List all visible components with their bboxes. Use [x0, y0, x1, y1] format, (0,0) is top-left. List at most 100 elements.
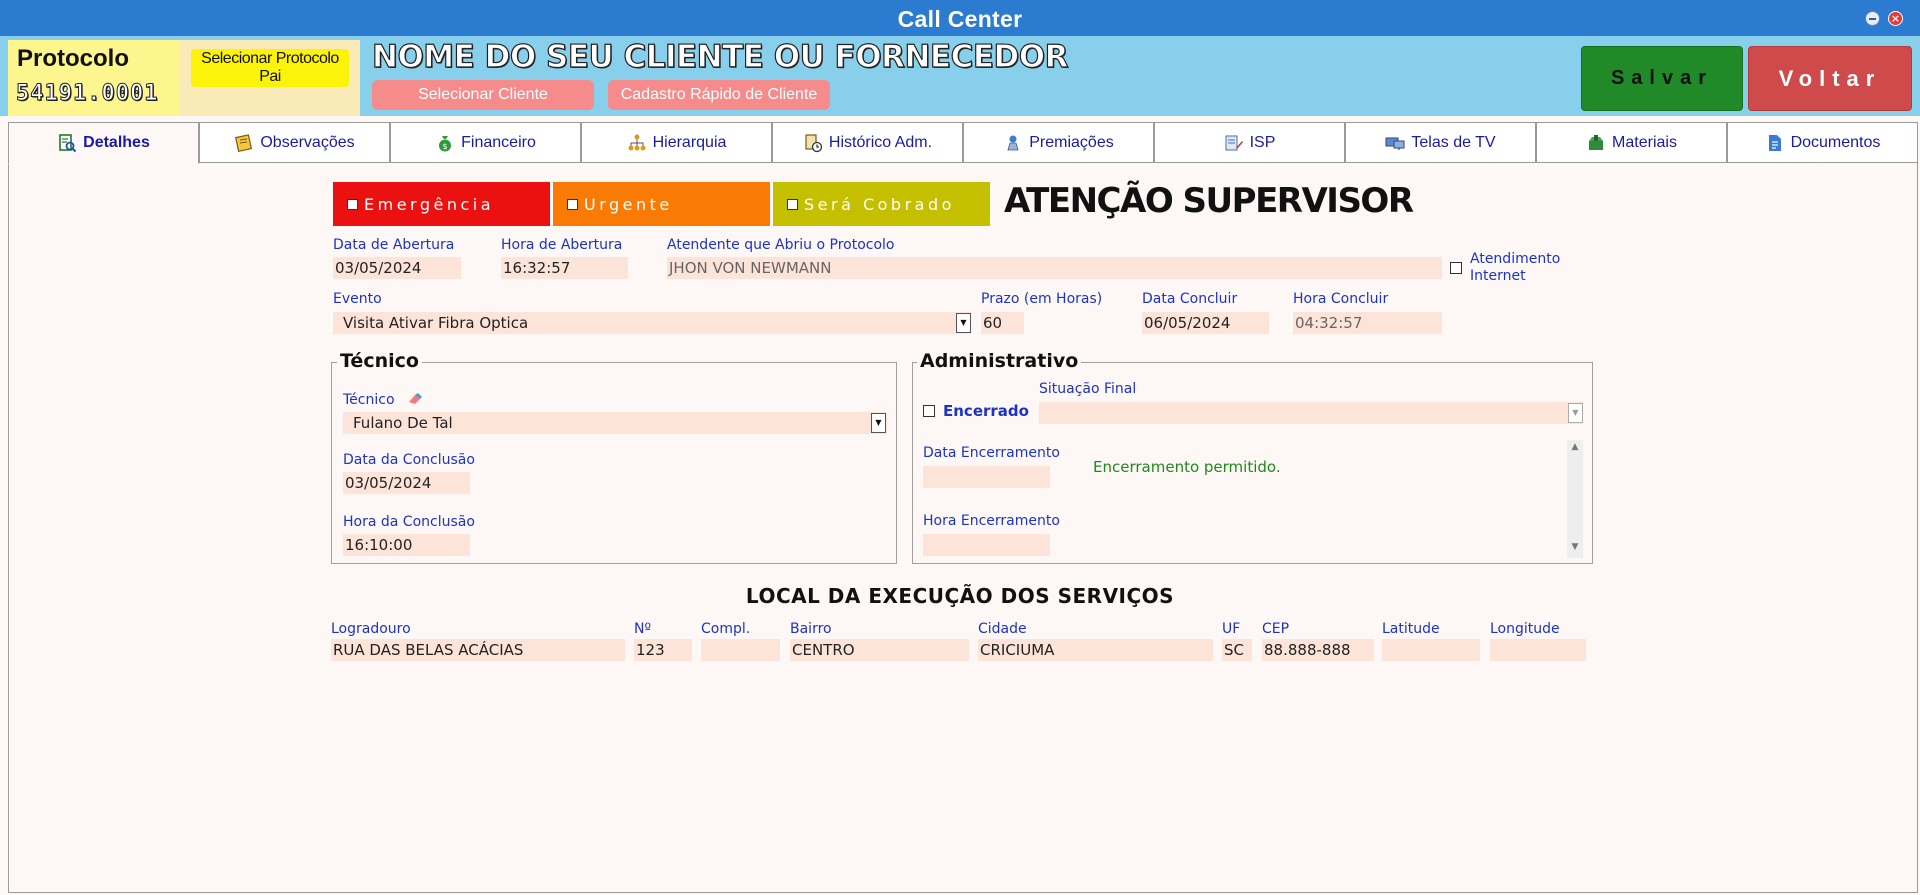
data-abertura-label: Data de Abertura [333, 237, 455, 253]
hora-encerramento-label: Hora Encerramento [923, 513, 1060, 529]
header-band: Protocolo 54191.0001 Selecionar Protocol… [0, 36, 1920, 116]
evento-label: Evento [333, 291, 382, 307]
tab-detalhes[interactable]: Detalhes [8, 122, 199, 164]
selecionar-protocolo-pai-button[interactable]: Selecionar Protocolo Pai [191, 49, 349, 87]
urgente-checkbox[interactable] [567, 198, 578, 210]
money-bag-icon: $ [439, 135, 452, 151]
data-concluir-field[interactable]: 06/05/2024 [1142, 312, 1269, 334]
tab-historico-adm[interactable]: Histórico Adm. [772, 122, 963, 163]
logradouro-field[interactable]: RUA DAS BELAS ACÁCIAS [331, 639, 625, 661]
emergencia-flag[interactable]: Emergência [333, 182, 550, 226]
emergencia-label: Emergência [364, 194, 495, 214]
protocolo-label: Protocolo [17, 45, 129, 72]
salvar-button[interactable]: Salvar [1581, 46, 1743, 111]
hora-abertura-label: Hora de Abertura [501, 237, 623, 253]
sera-cobrado-label: Será Cobrado [804, 194, 955, 214]
tab-bar: Detalhes Observações $ Financeiro Hierar… [8, 122, 1918, 164]
bairro-field[interactable]: CENTRO [790, 639, 969, 661]
tab-financeiro[interactable]: $ Financeiro [390, 122, 581, 163]
atendimento-internet-checkbox[interactable] [1450, 262, 1462, 274]
emergencia-checkbox[interactable] [347, 198, 358, 210]
tab-documentos-label: Documentos [1790, 133, 1881, 151]
prazo-field[interactable]: 60 [981, 312, 1024, 334]
notes-icon [235, 133, 253, 152]
tab-materiais[interactable]: Materiais [1536, 122, 1727, 163]
tab-financeiro-label: Financeiro [461, 133, 536, 151]
selecionar-cliente-button[interactable]: Selecionar Cliente [372, 80, 594, 110]
sera-cobrado-checkbox[interactable] [787, 198, 798, 210]
minimize-icon[interactable] [1865, 11, 1880, 26]
hierarchy-icon [628, 134, 646, 150]
cidade-label: Cidade [978, 621, 1027, 637]
atendente-label: Atendente que Abriu o Protocolo [667, 237, 895, 253]
data-conclusao-field[interactable]: 03/05/2024 [343, 472, 470, 494]
administrativo-group-title: Administrativo [917, 350, 1082, 372]
sera-cobrado-flag[interactable]: Será Cobrado [773, 182, 990, 226]
encerramento-status-message: Encerramento permitido. [1093, 458, 1281, 476]
edit-list-icon [1225, 135, 1243, 150]
situacao-final-select[interactable] [1039, 402, 1583, 424]
hora-abertura-field[interactable]: 16:32:57 [501, 257, 628, 279]
evento-dropdown-icon[interactable]: ▼ [956, 313, 971, 333]
tab-premiacoes[interactable]: Premiações [963, 122, 1154, 163]
protocolo-pai-area: Selecionar Protocolo Pai [180, 40, 360, 116]
cep-field[interactable]: 88.888-888 [1262, 639, 1374, 661]
encerrado-checkbox[interactable] [923, 405, 935, 417]
tab-telas-label: Telas de TV [1411, 133, 1496, 151]
eraser-icon[interactable] [407, 392, 423, 406]
urgente-flag[interactable]: Urgente [553, 182, 770, 226]
situacao-final-label: Situação Final [1039, 381, 1137, 397]
atendente-field[interactable]: JHON VON NEWMANN [667, 257, 1442, 279]
tab-premiacoes-label: Premiações [1029, 133, 1114, 151]
tab-telas-de-tv[interactable]: Telas de TV [1345, 122, 1536, 163]
compl-field[interactable] [701, 639, 780, 661]
cadastro-rapido-cliente-button[interactable]: Cadastro Rápido de Cliente [608, 80, 830, 110]
status-scrollbar[interactable]: ▲ ▼ [1567, 440, 1583, 558]
cep-label: CEP [1262, 621, 1290, 637]
client-name: NOME DO SEU CLIENTE OU FORNECEDOR [371, 38, 1069, 75]
trophy-icon [1007, 135, 1019, 150]
atencao-supervisor: ATENÇÃO SUPERVISOR [1004, 181, 1414, 221]
urgente-label: Urgente [584, 194, 673, 214]
history-clock-icon [805, 133, 823, 152]
situacao-final-dropdown-icon[interactable]: ▼ [1568, 403, 1583, 423]
cidade-field[interactable]: CRICIUMA [978, 639, 1213, 661]
uf-field[interactable]: SC [1222, 639, 1252, 661]
voltar-button[interactable]: Voltar [1748, 46, 1912, 111]
tab-historico-label: Histórico Adm. [828, 133, 933, 151]
local-execucao-title: LOCAL DA EXECUÇÃO DOS SERVIÇOS [745, 584, 1175, 608]
hora-concluir-field[interactable]: 04:32:57 [1293, 312, 1442, 334]
numero-label: Nº [634, 621, 652, 637]
data-encerramento-field[interactable] [923, 466, 1050, 488]
magnifier-document-icon [59, 134, 77, 153]
close-icon[interactable]: × [1888, 11, 1903, 26]
latitude-field[interactable] [1382, 639, 1480, 661]
longitude-label: Longitude [1490, 621, 1560, 637]
window-title: Call Center [897, 6, 1023, 32]
evento-select[interactable]: Visita Ativar Fibra Optica [333, 312, 971, 334]
document-icon [1768, 134, 1781, 151]
hora-encerramento-field[interactable] [923, 534, 1050, 556]
data-abertura-field[interactable]: 03/05/2024 [333, 257, 461, 279]
tecnico-dropdown-icon[interactable]: ▼ [871, 413, 886, 433]
bairro-label: Bairro [790, 621, 832, 637]
data-concluir-label: Data Concluir [1142, 291, 1238, 307]
hora-conclusao-label: Hora da Conclusão [343, 514, 475, 530]
tab-documentos[interactable]: Documentos [1727, 122, 1918, 163]
tab-hierarquia[interactable]: Hierarquia [581, 122, 772, 163]
scroll-up-icon[interactable]: ▲ [1567, 442, 1583, 456]
scroll-down-icon[interactable]: ▼ [1567, 542, 1583, 556]
tab-detalhes-label: Detalhes [83, 134, 150, 151]
tecnico-select[interactable]: Fulano De Tal [343, 412, 887, 434]
logradouro-label: Logradouro [331, 621, 411, 637]
box-icon [1589, 134, 1604, 150]
protocolo-box: Protocolo 54191.0001 [8, 40, 180, 116]
tab-isp[interactable]: ISP [1154, 122, 1345, 163]
latitude-label: Latitude [1382, 621, 1440, 637]
longitude-field[interactable] [1490, 639, 1586, 661]
encerrado-label: Encerrado [943, 402, 1029, 420]
hora-conclusao-field[interactable]: 16:10:00 [343, 534, 470, 556]
tab-observacoes[interactable]: Observações [199, 122, 390, 163]
atendimento-internet-label: Atendimento Internet [1470, 251, 1561, 284]
numero-field[interactable]: 123 [634, 639, 692, 661]
